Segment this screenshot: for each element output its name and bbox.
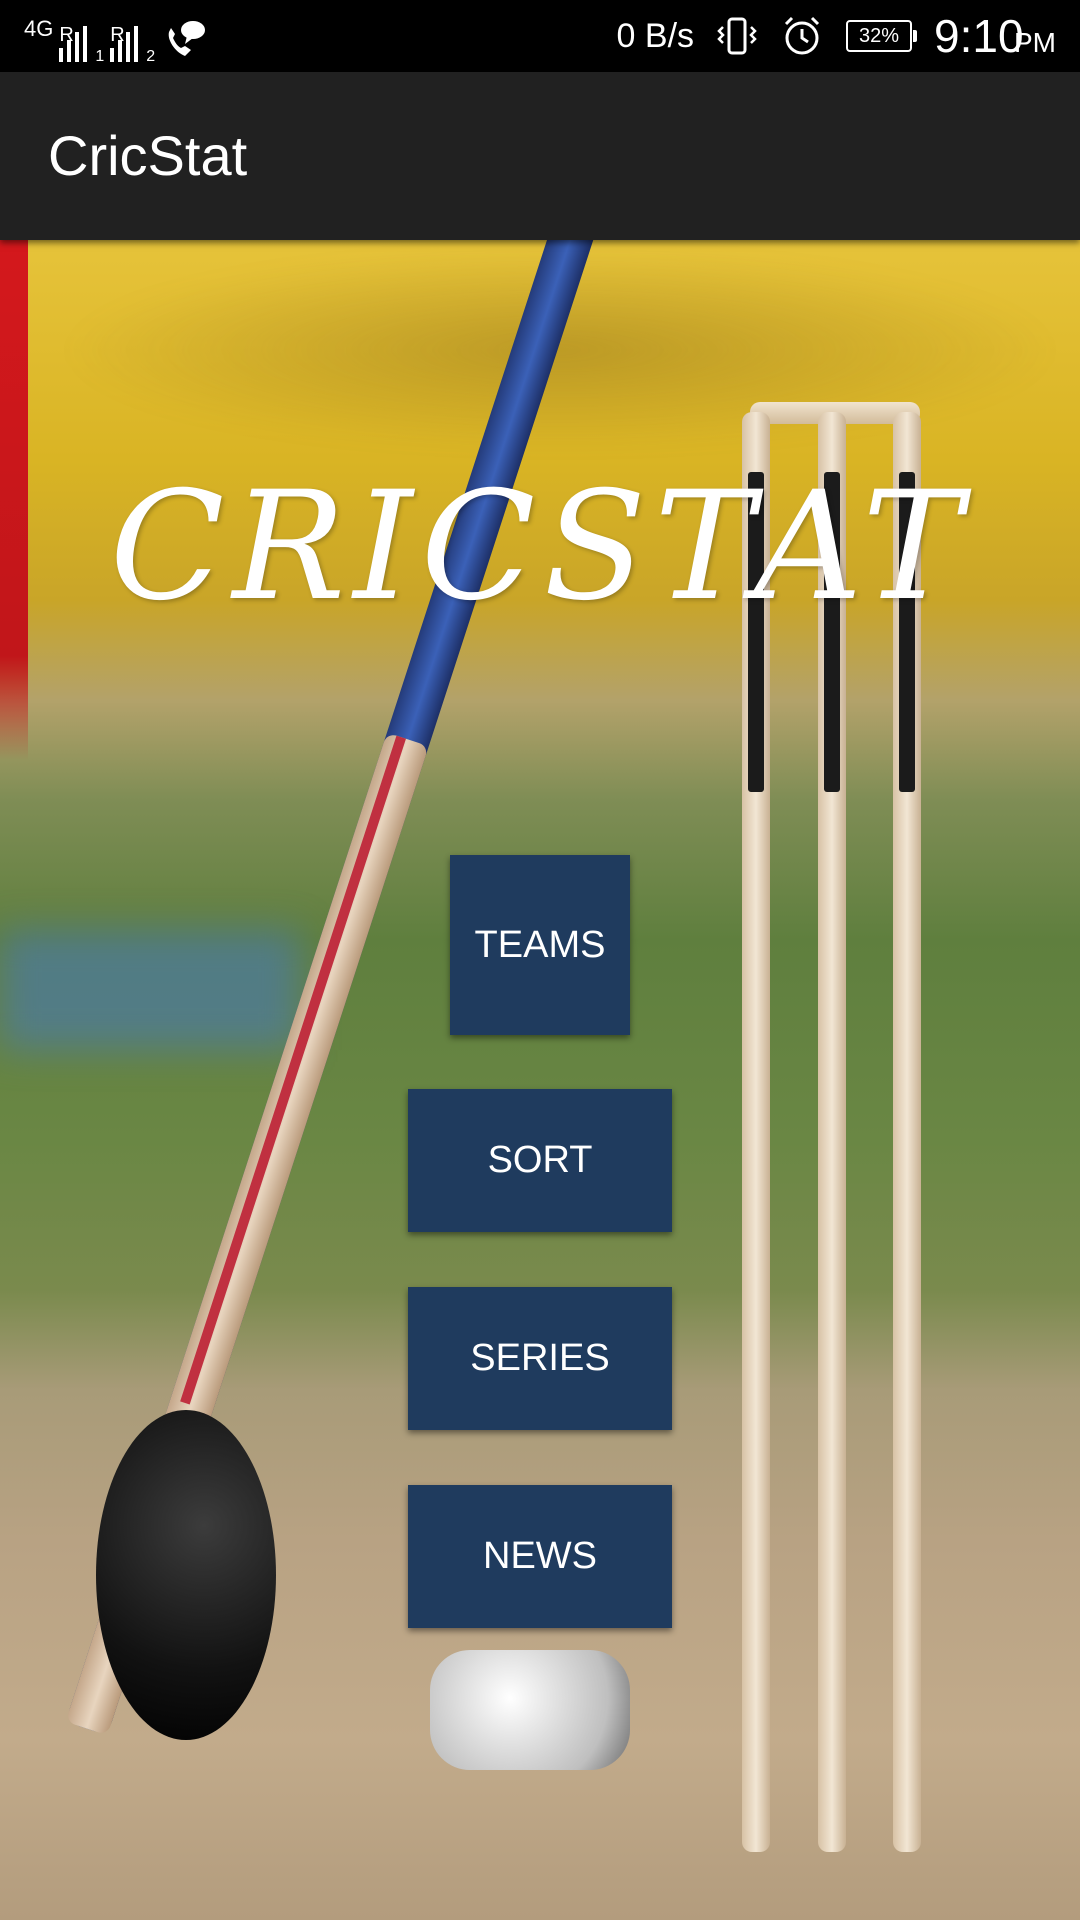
call-chat-icon (168, 21, 206, 56)
news-button[interactable]: NEWS (408, 1485, 672, 1628)
vibrate-icon (717, 17, 757, 55)
app-bar: CricStat (0, 72, 1080, 240)
sort-button[interactable]: SORT (408, 1089, 672, 1232)
signal-icon: R 1 (59, 24, 104, 65)
status-right: 0 B/s 32% 9:10 PM (617, 0, 1056, 72)
clock-time: 9:10 (934, 10, 1024, 62)
battery-icon: 32% (846, 20, 918, 52)
clock: 9:10 PM (934, 9, 1056, 63)
status-bar: 4G R 1 R 2 0 B/s 32% 9:10 PM (0, 0, 1080, 72)
teams-button[interactable]: TEAMS (450, 855, 630, 1035)
sim-index: 1 (95, 48, 105, 65)
clock-ampm: PM (1014, 27, 1056, 58)
helmet (96, 1410, 276, 1740)
screen: 4G R 1 R 2 0 B/s 32% 9:10 PM CricStat CR… (0, 0, 1080, 1920)
series-button[interactable]: SERIES (408, 1287, 672, 1430)
hero-logo-text: CRICSTAT (109, 460, 971, 634)
signal-icon: R 2 (110, 24, 155, 65)
glove (430, 1650, 630, 1770)
blue-blur (0, 930, 300, 1050)
alarm-icon (784, 16, 820, 55)
roaming-label: R (110, 24, 125, 46)
data-speed: 0 B/s (616, 16, 695, 55)
sim-index: 2 (146, 48, 156, 65)
status-left: 4G R 1 R 2 (24, 10, 207, 65)
background-image: CRICSTAT (0, 240, 1080, 1920)
roaming-label: R (59, 24, 74, 46)
app-title: CricStat (48, 124, 248, 187)
network-type: 4G (24, 16, 54, 41)
